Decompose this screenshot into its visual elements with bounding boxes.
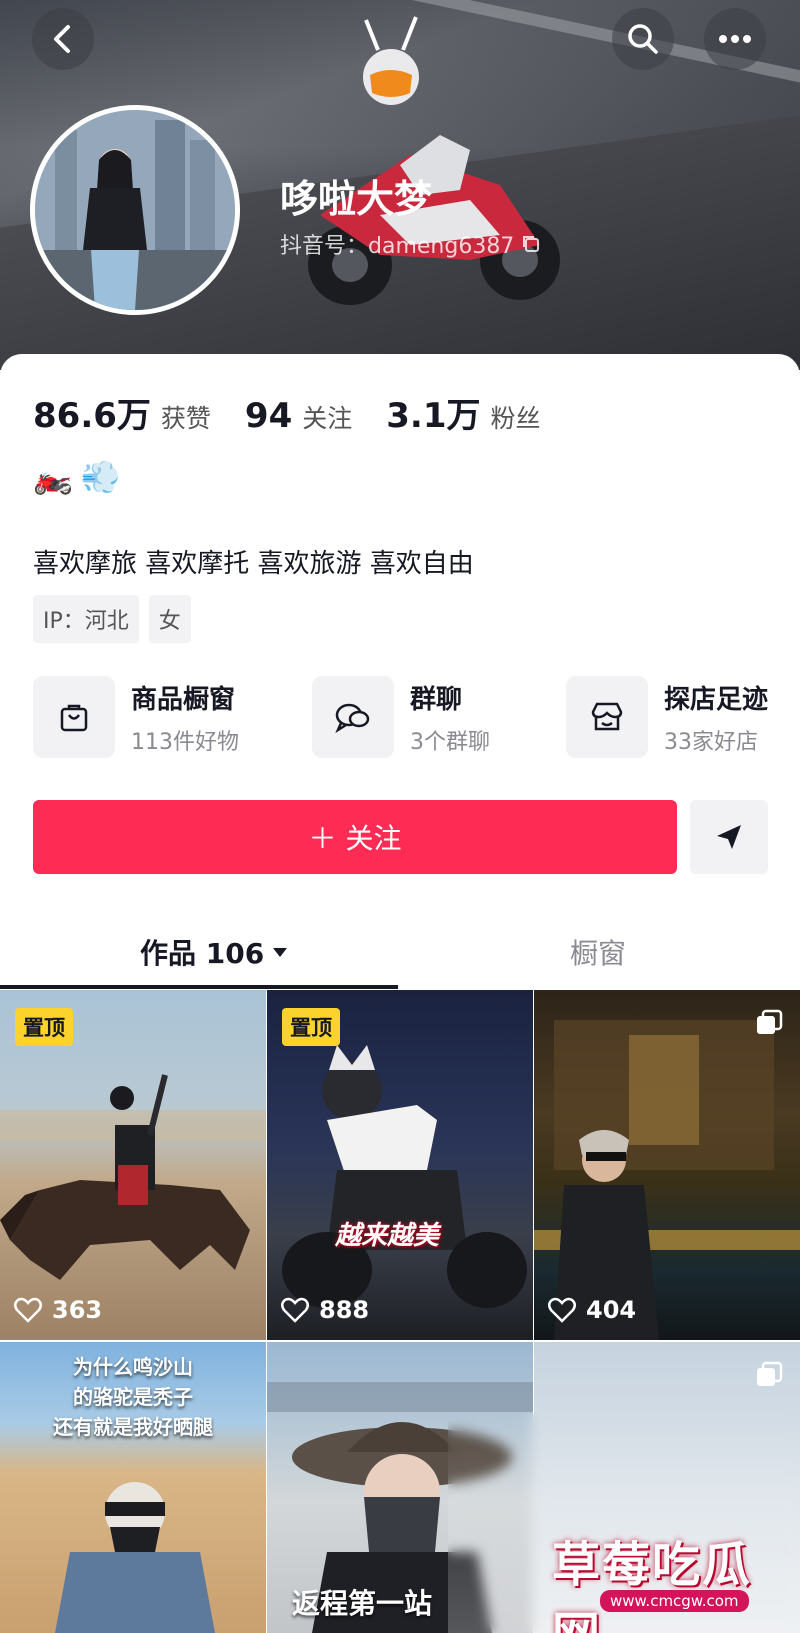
horse-rider-image [0, 1074, 266, 1280]
shortcut-row: 商品橱窗 113件好物 群聊 3个群聊 探店足迹 33家好店 [33, 676, 793, 758]
heart-icon [548, 1297, 576, 1323]
biker-image [282, 1045, 527, 1308]
back-button[interactable] [32, 8, 94, 70]
shortcut-store-visits[interactable]: 探店足迹 33家好店 [566, 676, 768, 758]
motorcycle-emoji: 🏍️ [33, 458, 73, 496]
bio-text: 喜欢摩旅 喜欢摩托 喜欢旅游 喜欢自由 [33, 549, 474, 579]
pinned-badge: 置顶 [282, 1008, 340, 1046]
following-count[interactable]: 94 [245, 396, 292, 436]
dash-emoji: 💨 [80, 458, 121, 496]
video-overlay-text: 为什么鸣沙山 的骆驼是秃子 还有就是我好晒腿 [53, 1355, 213, 1439]
shortcut-subtitle: 113件好物 [131, 729, 239, 755]
like-count-value: 363 [52, 1296, 103, 1324]
multi-image-icon [757, 1361, 783, 1386]
heart-icon [14, 1297, 42, 1323]
store-icon [566, 676, 648, 758]
desert-portrait-image [55, 1482, 215, 1633]
likes-count[interactable]: 86.6万 [33, 388, 151, 437]
shortcut-group-chat-text: 群聊 3个群聊 [410, 679, 490, 756]
send-message-button[interactable] [690, 800, 768, 874]
followers-count[interactable]: 3.1万 [386, 388, 480, 437]
video-thumbnail[interactable]: 置顶 363 [0, 990, 266, 1340]
shopping-bag-icon [33, 676, 115, 758]
shortcut-title: 探店足迹 [664, 684, 769, 715]
video-thumbnail[interactable]: 为什么鸣沙山 的骆驼是秃子 还有就是我好晒腿 [0, 1342, 266, 1633]
shortcut-group-chat[interactable]: 群聊 3个群聊 [312, 676, 490, 758]
video-overlay-text: 越来越美 [335, 1221, 440, 1251]
more-dots-icon [719, 35, 751, 43]
avatar[interactable] [30, 105, 240, 315]
tab-shop-window[interactable]: 橱窗 [570, 932, 626, 972]
night-portrait-image [534, 1020, 800, 1340]
profile-tags: IP：河北 女 [33, 595, 191, 643]
back-arrow-icon [54, 25, 70, 53]
heart-icon [281, 1297, 309, 1323]
shortcut-subtitle: 33家好店 [664, 729, 758, 755]
followers-label: 粉丝 [490, 404, 541, 433]
profile-id[interactable]: 抖音号：dameng6387 [280, 228, 542, 260]
copy-icon[interactable] [520, 233, 542, 255]
follow-button[interactable]: ＋ 关注 [33, 800, 677, 874]
like-count-value: 404 [586, 1296, 637, 1324]
tab-works-label: 作品 106 [140, 937, 265, 970]
content-tabs: 作品 106 橱窗 [0, 920, 800, 990]
tab-underline [0, 985, 398, 989]
caret-down-icon [273, 948, 288, 957]
shortcut-title: 群聊 [410, 684, 463, 715]
ip-location-tag: IP：河北 [33, 595, 139, 643]
gender-tag: 女 [148, 595, 191, 643]
like-count: 888 [281, 1296, 369, 1324]
following-label: 关注 [302, 404, 353, 433]
shortcut-title: 商品橱窗 [131, 684, 236, 715]
stats-row: 86.6万 获赞 94 关注 3.1万 粉丝 [33, 388, 575, 437]
shortcut-subtitle: 3个群聊 [410, 729, 490, 755]
paper-plane-icon [717, 825, 741, 849]
chat-bubbles-icon [312, 676, 394, 758]
multi-image-icon [757, 1009, 783, 1034]
likes-label: 获赞 [160, 404, 211, 433]
pinned-badge: 置顶 [15, 1008, 73, 1046]
shortcut-store-visits-text: 探店足迹 33家好店 [664, 679, 768, 756]
avatar-photo [35, 110, 235, 310]
like-count: 363 [14, 1296, 102, 1324]
search-button[interactable] [612, 8, 674, 70]
more-button[interactable] [704, 8, 766, 70]
video-thumbnail[interactable]: 越来越美 置顶 888 [267, 990, 533, 1340]
bio-emojis: 🏍️ 💨 [33, 458, 121, 496]
search-icon [628, 24, 658, 54]
video-thumbnail[interactable]: 404 [534, 990, 800, 1340]
shortcut-shop-window[interactable]: 商品橱窗 113件好物 [33, 676, 239, 758]
like-count: 404 [548, 1296, 636, 1324]
tab-works[interactable]: 作品 106 [140, 932, 288, 972]
profile-name: 哆啦大梦 [280, 177, 433, 221]
profile-id-text: 抖音号：dameng6387 [280, 234, 515, 259]
helmet-illustration [363, 16, 419, 105]
like-count-value: 888 [319, 1296, 370, 1324]
video-overlay-text: 返程第一站 [292, 1587, 433, 1620]
watermark-logo-text: 草莓吃瓜网 [552, 1537, 753, 1633]
profile-banner: 哆啦大梦 抖音号：dameng6387 [0, 0, 800, 370]
tab-shop-window-label: 橱窗 [570, 937, 627, 970]
shortcut-shop-window-text: 商品橱窗 113件好物 [131, 679, 239, 756]
watermark-url: www.cmcgw.com [600, 1590, 749, 1612]
